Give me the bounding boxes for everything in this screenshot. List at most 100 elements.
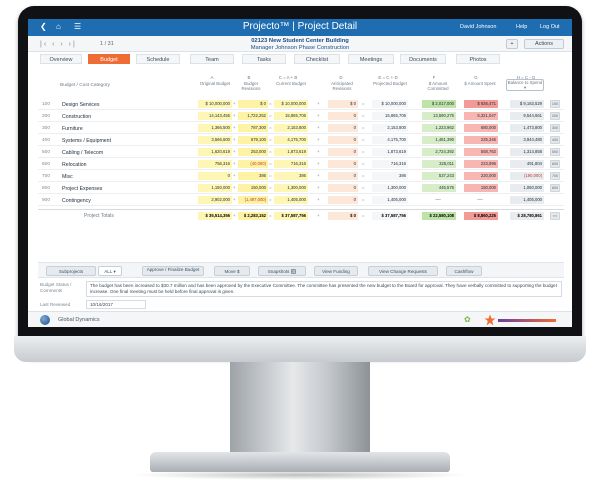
cell-committed: 1,481,390 <box>422 136 456 144</box>
cell-projected: 15,865,706 <box>372 112 408 120</box>
tab-overview[interactable]: Overview <box>40 54 82 64</box>
cell-projected: 2,153,800 <box>372 124 408 132</box>
star-logo-icon <box>484 314 496 326</box>
tab-documents[interactable]: Documents <box>400 54 446 64</box>
cell-spent: 225,346 <box>464 136 498 144</box>
add-button[interactable]: + <box>506 39 518 49</box>
last-reviewed-field[interactable]: 10/16/2017 <box>86 300 146 309</box>
cell-original: 1,366,500 <box>198 124 232 132</box>
globe-logo-icon <box>40 315 50 325</box>
plus-sign: + <box>233 213 236 218</box>
row-detail-button[interactable]: 200 <box>550 112 560 120</box>
total-current: $ 37,587,756 <box>274 212 308 220</box>
cell-balance: 1,473,800 <box>510 124 544 132</box>
table-row[interactable]: 800 Project Expenses 1,150,000 + 150,000… <box>38 182 564 194</box>
status-comments-textarea[interactable]: The budget has been increased to $30.7 m… <box>86 281 562 297</box>
cell-current: 4,175,700 <box>274 136 308 144</box>
tab-photos[interactable]: Photos <box>456 54 500 64</box>
cell-balance: 1,314,858 <box>510 148 544 156</box>
tab-budget[interactable]: Budget <box>88 54 130 64</box>
last-reviewed-label: Last Reviewed <box>40 302 71 307</box>
tab-checklist[interactable]: Checklist <box>294 54 340 64</box>
row-detail-button[interactable]: 600 <box>550 160 560 168</box>
logout-link[interactable]: Log Out <box>540 24 560 30</box>
col-letter-b: B <box>247 75 251 80</box>
equals-sign: = <box>269 113 272 118</box>
subprojects-label: Subprojects <box>58 269 84 274</box>
cell-anticipated: 0 <box>328 124 358 132</box>
table-row[interactable]: 300 Furniture 1,366,500 + 787,300 = 2,15… <box>38 122 564 134</box>
plus-sign: + <box>233 149 236 154</box>
tab-schedule[interactable]: Schedule <box>136 54 180 64</box>
cell-balance: 491,804 <box>510 160 544 168</box>
equals-sign: = <box>269 125 272 130</box>
col-balance-dropdown[interactable]: Balance to Spend ▾ <box>506 79 544 91</box>
plus-sign: + <box>317 101 320 106</box>
monitor-stand-base <box>150 452 450 472</box>
col-revisions-header: Budget Revisions <box>241 81 261 91</box>
row-code: 300 <box>42 126 51 131</box>
cell-spent: 223,896 <box>464 160 498 168</box>
row-name: Misc <box>62 173 73 180</box>
equals-sign: = <box>269 137 272 142</box>
cell-committed: $ 2,017,000 <box>422 100 456 108</box>
tab-meetings[interactable]: Meetings <box>348 54 394 64</box>
cell-current: 15,865,706 <box>274 112 308 120</box>
table-row[interactable]: 400 Systems / Equipment 3,566,600 + 679,… <box>38 134 564 146</box>
leaf-icon: ✿ <box>464 315 471 324</box>
monitor-stand-neck <box>230 362 370 456</box>
cell-current: 1,300,000 <box>274 184 308 192</box>
col-letter-g: G <box>474 75 478 80</box>
cell-balance: 1,050,000 <box>510 184 544 192</box>
help-link[interactable]: Help <box>516 24 527 30</box>
vendor-logo-bar <box>498 319 556 322</box>
approve-budget-button[interactable]: Approve / Finalize Budget <box>142 266 204 276</box>
subprojects-button[interactable]: Subprojects <box>46 266 96 276</box>
cell-projected: $ 10,000,000 <box>372 100 408 108</box>
cell-anticipated: 0 <box>328 136 358 144</box>
tab-team[interactable]: Team <box>190 54 234 64</box>
cell-projected: 716,316 <box>372 160 408 168</box>
cashflow-button[interactable]: Cashflow <box>446 266 482 276</box>
cell-projected: 1,300,000 <box>372 184 408 192</box>
table-row[interactable]: 500 Cabling / Telecom 1,620,619 + 253,00… <box>38 146 564 158</box>
row-detail-button[interactable]: 700 <box>550 172 560 180</box>
view-funding-button[interactable]: View Funding <box>314 266 358 276</box>
cell-spent: 150,000 <box>464 184 498 192</box>
subprojects-select[interactable]: ALL ▾ <box>98 266 122 276</box>
totals-more-button[interactable]: << <box>550 212 560 220</box>
col-letter-f: F <box>432 75 436 80</box>
row-detail-button[interactable]: 400 <box>550 136 560 144</box>
table-row[interactable]: 900 Contingency 2,902,000 + (1,497,000) … <box>38 194 564 206</box>
user-name[interactable]: David Johnson <box>460 24 496 30</box>
cell-committed: 1,223,962 <box>422 124 456 132</box>
cell-revisions: $ 0 <box>238 100 268 108</box>
cell-spent: 6,321,047 <box>464 112 498 120</box>
monitor-chin <box>14 336 586 362</box>
actions-button[interactable]: Actions <box>524 39 564 49</box>
table-row[interactable]: 600 Relocation 756,316 + (40,000) = 716,… <box>38 158 564 170</box>
view-change-requests-button[interactable]: View Change Requests <box>368 266 438 276</box>
row-detail-button[interactable]: 100 <box>550 100 560 108</box>
row-detail-button[interactable]: 300 <box>550 124 560 132</box>
move-money-button[interactable]: Move $ <box>214 266 250 276</box>
cell-committed: ---- <box>435 197 441 202</box>
cell-current: 386 <box>274 172 308 180</box>
row-name: Relocation <box>62 161 87 168</box>
row-detail-button[interactable]: 800 <box>550 184 560 192</box>
table-row[interactable]: 200 Construction 14,143,455 + 1,722,252 … <box>38 110 564 122</box>
cell-anticipated: 0 <box>328 160 358 168</box>
cell-committed: 445,576 <box>422 184 456 192</box>
cell-committed: 537,243 <box>422 172 456 180</box>
snapshots-button[interactable]: Snapshots 3 <box>258 266 306 276</box>
table-row[interactable]: 700 Misc 0 + 386 = 386 + 0 = 386 537,243… <box>38 170 564 182</box>
col-letter-c: C = A + B <box>278 75 298 80</box>
tab-tasks[interactable]: Tasks <box>242 54 286 64</box>
cell-projected: 4,175,700 <box>372 136 408 144</box>
plus-sign: + <box>317 113 320 118</box>
cell-anticipated: 0 <box>328 148 358 156</box>
total-balance: $ 28,780,861 <box>510 212 544 220</box>
table-row[interactable]: 100 Design Services $ 10,000,000 + $ 0 =… <box>38 98 564 110</box>
tab-bar: Overview Budget Schedule Team Tasks Chec… <box>28 54 572 64</box>
row-detail-button[interactable]: 500 <box>550 148 560 156</box>
